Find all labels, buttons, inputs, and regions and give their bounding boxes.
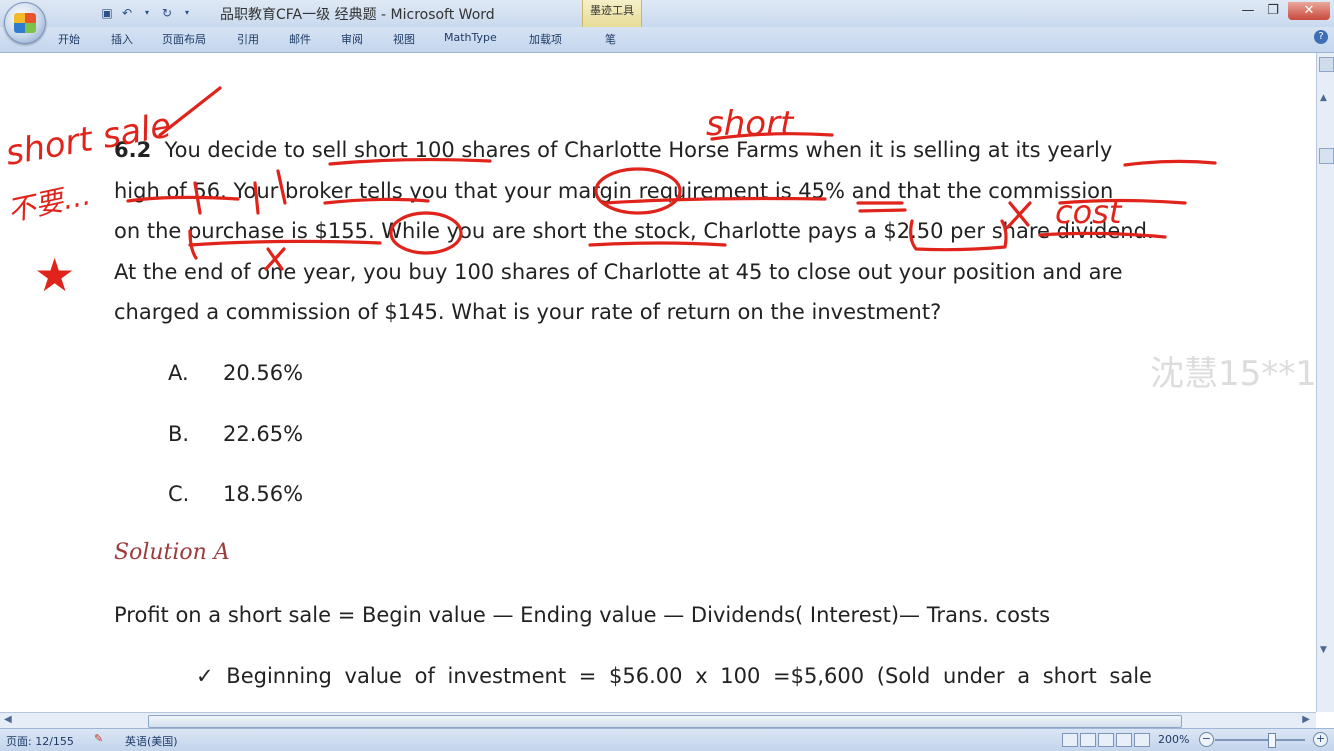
scroll-left-icon[interactable]: ◀ bbox=[4, 714, 12, 725]
save-icon[interactable]: ▣ bbox=[100, 6, 114, 20]
office-logo-icon bbox=[14, 13, 36, 33]
zoom-level[interactable]: 200% bbox=[1158, 733, 1189, 746]
zoom-in-button[interactable]: + bbox=[1313, 732, 1328, 747]
horizontal-scroll-thumb[interactable] bbox=[148, 715, 1182, 728]
language-indicator[interactable]: 英语(美国) bbox=[125, 733, 178, 749]
proofing-icon[interactable]: ✎ bbox=[94, 732, 108, 746]
question-paragraph: 6.2 You decide to sell short 100 shares … bbox=[114, 130, 1204, 333]
bullet-item: ✓ Beginning value of investment = $56.00… bbox=[196, 664, 1196, 688]
question-text: You decide to sell short 100 shares of C… bbox=[164, 138, 1113, 162]
option-c: C. 18.56% bbox=[168, 482, 303, 506]
print-layout-view-icon[interactable] bbox=[1062, 733, 1078, 747]
horizontal-scrollbar[interactable]: ◀ ▶ bbox=[0, 712, 1316, 729]
window-title: 品职教育CFA一级 经典题 - Microsoft Word bbox=[220, 7, 495, 23]
tab-pen[interactable]: 笔 bbox=[605, 31, 616, 47]
document-page[interactable]: 6.2 You decide to sell short 100 shares … bbox=[0, 53, 1316, 712]
option-a: A. 20.56% bbox=[168, 361, 303, 385]
restore-button[interactable]: ❐ bbox=[1260, 2, 1286, 20]
web-layout-view-icon[interactable] bbox=[1098, 733, 1114, 747]
page-indicator[interactable]: 页面: 12/155 bbox=[6, 733, 74, 749]
undo-icon[interactable]: ↶ bbox=[120, 6, 134, 20]
zoom-out-button[interactable]: − bbox=[1199, 732, 1214, 747]
title-bar: ▣ ↶ ▾ ↻ ▾ 品职教育CFA一级 经典题 - Microsoft Word… bbox=[0, 0, 1334, 27]
customize-toolbar-icon[interactable]: ▾ bbox=[180, 6, 194, 20]
question-number: 6.2 bbox=[114, 138, 152, 162]
ribbon-tabs: 开始 插入 页面布局 引用 邮件 审阅 视图 MathType 加载项 笔 ? bbox=[0, 27, 1334, 53]
question-line-2: high of 56. Your broker tells you that y… bbox=[114, 178, 1114, 203]
question-line-5: charged a commission of $145. What is yo… bbox=[114, 300, 942, 325]
help-icon[interactable]: ? bbox=[1314, 30, 1328, 44]
option-b: B. 22.65% bbox=[168, 422, 303, 446]
tab-page-layout[interactable]: 页面布局 bbox=[162, 31, 206, 47]
tab-references[interactable]: 引用 bbox=[237, 31, 259, 47]
vertical-scrollbar[interactable]: ▲ ▼ bbox=[1316, 53, 1334, 712]
close-button[interactable]: ✕ bbox=[1288, 2, 1330, 20]
quick-access-toolbar: ▣ ↶ ▾ ↻ ▾ bbox=[50, 4, 194, 22]
status-bar: 页面: 12/155 ✎ 英语(美国) 200% − + bbox=[0, 728, 1334, 751]
full-screen-view-icon[interactable] bbox=[1080, 733, 1096, 747]
option-letter: B. bbox=[168, 422, 190, 446]
outline-view-icon[interactable] bbox=[1116, 733, 1132, 747]
minimize-button[interactable]: — bbox=[1235, 2, 1261, 20]
question-line-1: 6.2 You decide to sell short 100 shares … bbox=[114, 130, 1204, 171]
question-line-4: At the end of one year, you buy 100 shar… bbox=[114, 259, 1123, 284]
zoom-slider-thumb[interactable] bbox=[1268, 733, 1276, 748]
watermark: 沈慧15**18 bbox=[1150, 354, 1316, 394]
tab-view[interactable]: 视图 bbox=[393, 31, 415, 47]
scroll-down-icon[interactable]: ▼ bbox=[1320, 645, 1327, 655]
draft-view-icon[interactable] bbox=[1134, 733, 1150, 747]
solution-heading: Solution A bbox=[114, 540, 230, 565]
tab-add-ins[interactable]: 加载项 bbox=[529, 31, 562, 47]
option-value: 18.56% bbox=[223, 482, 304, 506]
tab-review[interactable]: 审阅 bbox=[341, 31, 363, 47]
option-letter: A. bbox=[168, 361, 189, 385]
office-button[interactable] bbox=[4, 2, 46, 44]
option-value: 20.56% bbox=[223, 361, 304, 385]
option-value: 22.65% bbox=[223, 422, 304, 446]
redo-icon[interactable]: ↻ bbox=[160, 6, 174, 20]
tab-home[interactable]: 开始 bbox=[58, 31, 80, 47]
tab-mathtype[interactable]: MathType bbox=[444, 31, 497, 44]
checkmark-icon: ✓ bbox=[196, 664, 214, 688]
scroll-up-icon[interactable]: ▲ bbox=[1320, 93, 1327, 103]
zoom-slider[interactable] bbox=[1215, 739, 1305, 741]
tab-mailings[interactable]: 邮件 bbox=[289, 31, 311, 47]
short-sale-formula: Profit on a short sale = Begin value — E… bbox=[114, 603, 1051, 627]
option-letter: C. bbox=[168, 482, 190, 506]
ruler-toggle-icon[interactable] bbox=[1319, 57, 1334, 72]
scroll-right-icon[interactable]: ▶ bbox=[1302, 714, 1310, 725]
vertical-scroll-thumb[interactable] bbox=[1319, 148, 1334, 164]
tab-insert[interactable]: 插入 bbox=[111, 31, 133, 47]
bullet-text: Beginning value of investment = $56.00 x… bbox=[226, 664, 1152, 688]
undo-dropdown-icon[interactable]: ▾ bbox=[140, 6, 154, 20]
ink-tools-context-tab: 墨迹工具 bbox=[582, 0, 642, 27]
question-line-3: on the purchase is $155. While you are s… bbox=[114, 219, 1154, 244]
